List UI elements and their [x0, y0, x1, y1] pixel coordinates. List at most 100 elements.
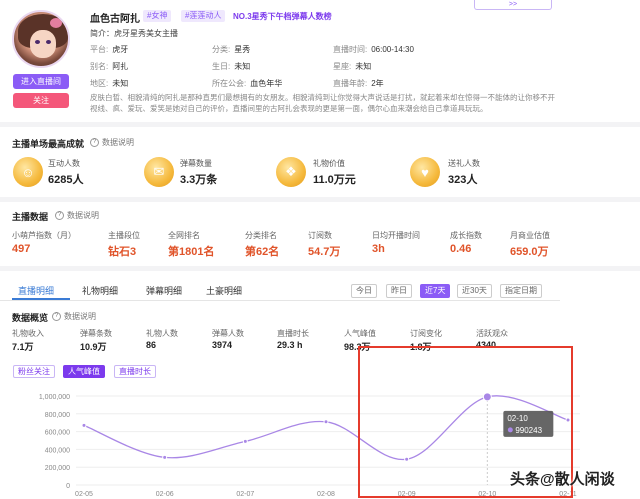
data-point — [242, 438, 248, 444]
data-value: 659.0万 — [510, 246, 549, 258]
info-constellation: 星座: 未知 — [333, 62, 372, 71]
data-value: 钻石3 — [108, 246, 137, 258]
data-value: 497 — [12, 243, 31, 255]
data-label: 主播段位 — [108, 231, 140, 240]
stat-label: 互动人数 — [48, 159, 80, 168]
question-icon: ? — [55, 211, 64, 220]
stat-value: 6285人 — [48, 174, 84, 186]
tag-lovely[interactable]: #莲莲动人 — [181, 10, 226, 22]
overview-title: 数据概览 — [12, 313, 49, 323]
data-point — [162, 454, 168, 460]
data-value: 第62名 — [245, 246, 280, 258]
overview-label: 弹幕条数 — [80, 329, 112, 338]
best-score-help[interactable]: ? 数据说明 — [90, 137, 134, 148]
info-live-time: 直播时间: 06:00-14:30 — [333, 45, 414, 54]
intro-text: 简介：虎牙星秀美女主播 — [90, 29, 178, 38]
overview-value: 7.1万 — [12, 342, 34, 352]
overview-value: 3974 — [212, 340, 233, 350]
y-tick-label: 800,000 — [45, 412, 70, 419]
overview-value: 86 — [146, 340, 157, 350]
divider — [0, 266, 640, 271]
rank-badge[interactable]: NO.3星秀下午档弹幕人数榜 — [233, 11, 332, 22]
x-tick-label: 02-05 — [75, 491, 93, 498]
stat-label: 送礼人数 — [448, 159, 480, 168]
overview-value: 10.9万 — [80, 342, 107, 352]
overview-help[interactable]: ? 数据说明 — [52, 311, 96, 322]
info-category: 分类: 星秀 — [212, 45, 251, 54]
pill-live-duration[interactable]: 直播时长 — [114, 365, 156, 378]
info-region: 地区: 未知 — [90, 79, 129, 88]
y-tick-label: 0 — [66, 483, 70, 490]
info-birthday: 生日: 未知 — [212, 62, 251, 71]
overview-label: 人气峰值 — [344, 329, 376, 338]
danmu-coin-icon: ✉ — [144, 157, 174, 187]
stat-value: 11.0万元 — [313, 174, 356, 186]
info-platform: 平台: 虎牙 — [90, 45, 129, 54]
range-custom-date[interactable]: 指定日期 — [500, 284, 542, 298]
stat-value: 3.3万条 — [180, 174, 218, 186]
data-label: 月商业估值 — [510, 231, 550, 240]
follow-button[interactable]: 关注 — [13, 93, 69, 108]
data-label: 成长指数 — [450, 231, 482, 240]
data-label: 日均开播时间 — [372, 231, 420, 240]
pill-popularity-peak[interactable]: 人气峰值 — [63, 365, 105, 378]
question-icon: ? — [52, 312, 61, 321]
question-icon: ? — [90, 138, 99, 147]
data-value: 54.7万 — [308, 246, 341, 258]
info-live-age: 直播年龄: 2年 — [333, 79, 384, 88]
x-tick-label: 02-07 — [236, 491, 254, 498]
range-7days[interactable]: 近7天 — [420, 284, 451, 298]
tab-live-detail[interactable]: 直播明细 — [18, 284, 54, 297]
y-tick-label: 1,000,000 — [39, 394, 70, 401]
divider — [0, 197, 640, 202]
x-tick-label: 02-06 — [156, 491, 174, 498]
data-value: 3h — [372, 243, 385, 255]
tab-danmu-detail[interactable]: 弹幕明细 — [146, 284, 182, 297]
range-yesterday[interactable]: 昨日 — [386, 284, 412, 298]
tag-goddess[interactable]: #女神 — [143, 10, 172, 22]
tab-gift-detail[interactable]: 礼物明细 — [82, 284, 118, 297]
overview-label: 直播时长 — [277, 329, 309, 338]
top-expand-button[interactable]: >> — [474, 0, 552, 10]
enter-room-button[interactable]: 进入直播间 — [13, 74, 69, 89]
data-value: 0.46 — [450, 243, 472, 255]
watermark: 头条@散人闲谈 — [510, 471, 615, 488]
tab-baseline — [0, 300, 560, 301]
overview-label: 礼物收入 — [12, 329, 44, 338]
best-score-title: 主播单场最高成就 — [12, 139, 85, 149]
data-point — [323, 419, 329, 425]
range-today[interactable]: 今日 — [351, 284, 377, 298]
overview-label: 弹幕人数 — [212, 329, 244, 338]
tab-rich-detail[interactable]: 土豪明细 — [206, 284, 242, 297]
anchor-name: 血色古阿扎 — [90, 14, 140, 25]
person-coin-icon: ☺ — [13, 157, 43, 187]
divider — [0, 122, 640, 127]
stat-label: 弹幕数量 — [180, 159, 212, 168]
data-label: 全网排名 — [168, 231, 200, 240]
anchor-data-title: 主播数据 — [12, 212, 49, 222]
avatar — [12, 10, 70, 68]
overview-value: 29.3 h — [277, 340, 303, 350]
gift-user-coin-icon: ♥ — [410, 157, 440, 187]
stat-value: 323人 — [448, 174, 478, 186]
pill-fans-follow[interactable]: 粉丝关注 — [13, 365, 55, 378]
data-label: 订阅数 — [308, 231, 332, 240]
y-tick-label: 200,000 — [45, 465, 70, 472]
anchor-data-help[interactable]: ? 数据说明 — [55, 210, 99, 221]
data-value: 第1801名 — [168, 246, 215, 258]
gift-coin-icon: ❖ — [276, 157, 306, 187]
info-guild: 所在公会: 血色年华 — [212, 79, 283, 88]
range-30days[interactable]: 近30天 — [457, 284, 492, 298]
overview-label: 订阅变化 — [410, 329, 442, 338]
data-label: 小萌芦指数（月） — [12, 231, 76, 240]
overview-label: 活跃观众 — [476, 329, 508, 338]
y-tick-label: 600,000 — [45, 430, 70, 437]
x-tick-label: 02-08 — [317, 491, 335, 498]
anchor-description: 皮肤白皙、相貌清纯的阿扎是那种直男们最想拥有的女朋友。相貌清纯到让你觉得大声说话… — [90, 93, 555, 113]
stat-label: 礼物价值 — [313, 159, 345, 168]
info-alias: 别名: 阿扎 — [90, 62, 129, 71]
y-tick-label: 400,000 — [45, 447, 70, 454]
data-point — [81, 422, 87, 428]
overview-label: 礼物人数 — [146, 329, 178, 338]
data-label: 分类排名 — [245, 231, 277, 240]
